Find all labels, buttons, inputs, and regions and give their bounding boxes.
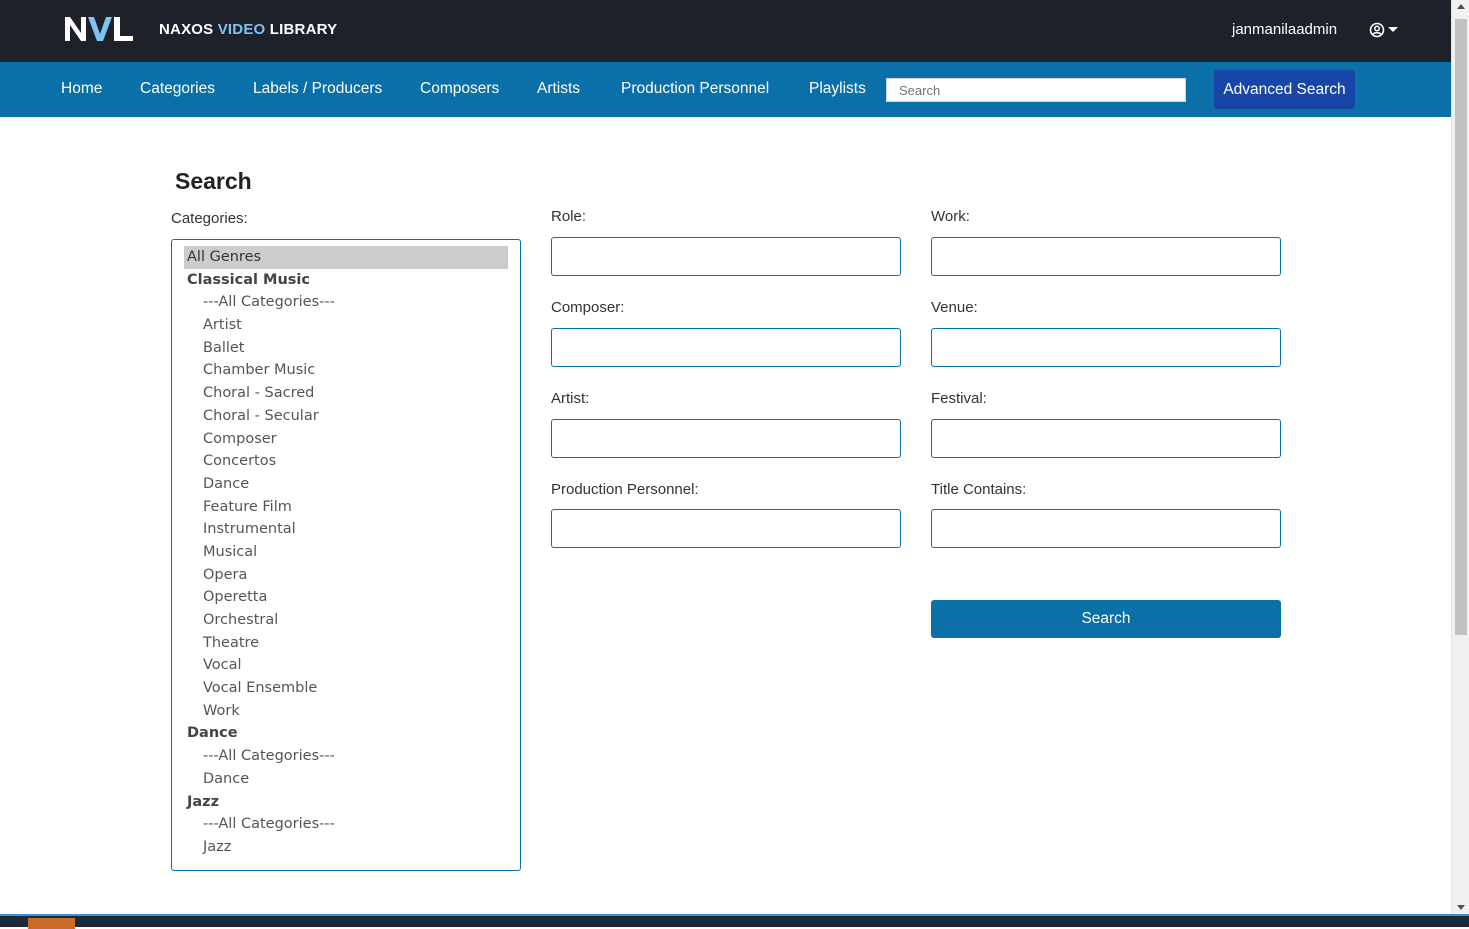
- nav-playlists[interactable]: Playlists: [809, 80, 866, 98]
- title-contains-field[interactable]: [931, 509, 1281, 548]
- advanced-search-button[interactable]: Advanced Search: [1214, 70, 1355, 109]
- page-scrollbar[interactable]: [1451, 0, 1469, 916]
- user-circle-icon: [1369, 22, 1385, 38]
- category-option[interactable]: Choral - Sacred: [184, 382, 508, 405]
- artist-field[interactable]: [551, 419, 901, 458]
- nav-home[interactable]: Home: [61, 80, 102, 98]
- category-option[interactable]: Chamber Music: [184, 359, 508, 382]
- categories-list: All Genres Classical Music ---All Categori…: [184, 246, 508, 859]
- brand-title: NAXOS VIDEO LIBRARY: [159, 21, 338, 38]
- category-option[interactable]: Artist: [184, 314, 508, 337]
- taskbar-app-icon[interactable]: [28, 918, 75, 929]
- category-option[interactable]: ---All Categories---: [184, 745, 508, 768]
- category-option[interactable]: Instrumental: [184, 518, 508, 541]
- category-option[interactable]: Dance: [184, 473, 508, 496]
- user-menu-button[interactable]: [1369, 19, 1401, 41]
- category-group-option[interactable]: Dance: [184, 722, 508, 745]
- categories-listbox[interactable]: All Genres Classical Music ---All Categori…: [171, 239, 521, 871]
- nav-composers[interactable]: Composers: [420, 80, 499, 98]
- composer-label: Composer:: [551, 299, 625, 316]
- username: janmanilaadmin: [1232, 21, 1338, 38]
- page-title: Search: [175, 168, 252, 194]
- role-field[interactable]: [551, 237, 901, 276]
- title-contains-label: Title Contains:: [931, 481, 1027, 498]
- work-label: Work:: [931, 208, 970, 225]
- category-option[interactable]: Feature Film: [184, 496, 508, 519]
- scroll-down-arrow-icon[interactable]: [1457, 905, 1465, 910]
- category-option[interactable]: Opera: [184, 564, 508, 587]
- category-option[interactable]: ---All Categories---: [184, 291, 508, 314]
- role-label: Role:: [551, 208, 587, 225]
- categories-label: Categories:: [171, 210, 248, 227]
- nav-categories[interactable]: Categories: [140, 80, 215, 98]
- category-option[interactable]: Musical: [184, 541, 508, 564]
- scroll-up-arrow-icon[interactable]: [1457, 4, 1465, 9]
- production-personnel-label: Production Personnel:: [551, 481, 699, 498]
- category-option[interactable]: Theatre: [184, 632, 508, 655]
- category-option[interactable]: Composer: [184, 428, 508, 451]
- category-option[interactable]: Orchestral: [184, 609, 508, 632]
- category-option[interactable]: Work: [184, 700, 508, 723]
- festival-field[interactable]: [931, 419, 1281, 458]
- production-personnel-field[interactable]: [551, 509, 901, 548]
- nav-search-input[interactable]: [886, 78, 1186, 102]
- category-option[interactable]: Ballet: [184, 337, 508, 360]
- page: NAXOS VIDEO LIBRARY janmanilaadmin Home …: [0, 0, 1451, 914]
- caret-down-icon: [1388, 27, 1398, 32]
- composer-field[interactable]: [551, 328, 901, 367]
- category-group-option[interactable]: Classical Music: [184, 269, 508, 292]
- category-option[interactable]: Dance: [184, 768, 508, 791]
- category-group-option[interactable]: Jazz: [184, 791, 508, 814]
- category-option[interactable]: Vocal: [184, 654, 508, 677]
- festival-label: Festival:: [931, 390, 987, 407]
- category-option[interactable]: Operetta: [184, 586, 508, 609]
- nvl-logo[interactable]: [63, 13, 135, 45]
- category-option[interactable]: Jazz: [184, 836, 508, 859]
- top-header: NAXOS VIDEO LIBRARY janmanilaadmin: [0, 0, 1451, 62]
- venue-field[interactable]: [931, 328, 1281, 367]
- category-option[interactable]: All Genres: [184, 246, 508, 269]
- search-button[interactable]: Search: [931, 600, 1281, 638]
- category-option[interactable]: Choral - Secular: [184, 405, 508, 428]
- scroll-thumb[interactable]: [1455, 19, 1467, 635]
- os-taskbar: [0, 914, 1469, 929]
- nav-production-personnel[interactable]: Production Personnel: [621, 80, 769, 98]
- work-field[interactable]: [931, 237, 1281, 276]
- main-navbar: Home Categories Labels / Producers Compo…: [0, 62, 1451, 117]
- category-option[interactable]: ---All Categories---: [184, 813, 508, 836]
- nav-labels-producers[interactable]: Labels / Producers: [253, 80, 382, 98]
- venue-label: Venue:: [931, 299, 978, 316]
- artist-label: Artist:: [551, 390, 590, 407]
- nav-artists[interactable]: Artists: [537, 80, 580, 98]
- category-option[interactable]: Vocal Ensemble: [184, 677, 508, 700]
- category-option[interactable]: Concertos: [184, 450, 508, 473]
